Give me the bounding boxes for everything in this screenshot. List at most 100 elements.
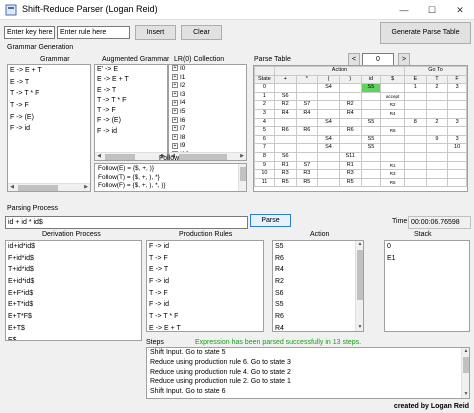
table-cell[interactable]: R1 <box>273 160 297 171</box>
table-cell[interactable] <box>338 134 362 145</box>
expand-icon[interactable]: + <box>172 116 178 123</box>
action-item[interactable]: S6 <box>273 288 363 300</box>
state-cell[interactable]: 5 <box>254 126 275 136</box>
table-cell[interactable]: S4 <box>317 134 340 145</box>
state-cell[interactable]: 7 <box>254 143 275 153</box>
table-cell[interactable] <box>380 117 406 128</box>
table-row[interactable]: 2 R2 S7 R2 R2 <box>254 100 467 110</box>
stack-list[interactable]: 0 E1 <box>384 240 470 332</box>
scroll-down-icon[interactable]: ▼ <box>356 324 363 331</box>
expand-icon[interactable]: + <box>172 142 178 149</box>
table-cell[interactable]: R5 <box>295 177 319 188</box>
state-cell[interactable]: 9 <box>254 160 275 171</box>
table-cell[interactable] <box>338 91 362 102</box>
table-cell[interactable] <box>295 117 319 128</box>
table-cell[interactable]: R3 <box>338 169 362 179</box>
table-cell[interactable]: R4 <box>295 108 319 119</box>
table-cell[interactable] <box>338 83 362 93</box>
production-item[interactable]: F -> id <box>147 241 263 253</box>
augmented-rule-item[interactable]: F -> id <box>95 127 167 137</box>
table-cell[interactable] <box>317 126 340 136</box>
table-cell[interactable] <box>295 91 319 102</box>
action-item[interactable]: S5 <box>273 299 363 311</box>
production-item[interactable]: T -> F <box>147 288 263 300</box>
table-cell[interactable] <box>360 169 382 179</box>
table-cell[interactable] <box>425 126 449 136</box>
minimize-icon[interactable]: — <box>390 0 418 20</box>
action-vscrollbar[interactable]: ▲ ▼ <box>355 241 363 331</box>
derivation-item[interactable]: F+id*id$ <box>6 253 141 265</box>
close-icon[interactable]: ✕ <box>446 0 474 20</box>
table-cell[interactable] <box>273 83 297 93</box>
derivation-item[interactable]: T+id*id$ <box>6 264 141 276</box>
table-cell[interactable]: R3 <box>295 169 319 179</box>
expand-icon[interactable]: + <box>172 99 178 106</box>
table-cell[interactable]: S5 <box>360 134 382 145</box>
table-cell[interactable]: S5 <box>360 117 382 128</box>
scroll-left-icon[interactable]: ◀ <box>95 153 103 160</box>
maximize-icon[interactable]: ☐ <box>418 0 446 20</box>
production-item[interactable]: T -> T * F <box>147 311 263 323</box>
lr0-state-item[interactable]: + I5 <box>169 108 246 117</box>
table-cell[interactable]: 2 <box>425 83 449 93</box>
table-cell[interactable] <box>317 100 340 110</box>
table-cell[interactable] <box>360 160 382 171</box>
table-cell[interactable] <box>317 169 340 179</box>
follow-item[interactable]: Follow(E) = {$, +, )} <box>95 165 246 174</box>
expand-icon[interactable]: + <box>172 91 178 98</box>
table-cell[interactable]: 3 <box>447 83 467 93</box>
clear-button[interactable]: Clear <box>181 25 222 40</box>
table-cell[interactable] <box>404 134 427 145</box>
table-cell[interactable] <box>404 100 427 110</box>
table-cell[interactable] <box>425 100 449 110</box>
step-item[interactable]: Shift Input. Go to state 5 <box>147 348 469 358</box>
production-rules-list[interactable]: F -> id T -> FE -> TF -> id T -> FF -> id T… <box>146 240 264 332</box>
table-cell[interactable] <box>317 91 340 102</box>
stack-item[interactable]: E1 <box>385 253 469 265</box>
state-cell[interactable]: 0 <box>254 83 275 93</box>
derivation-item[interactable]: E+T$ <box>6 323 141 335</box>
table-cell[interactable] <box>273 117 297 128</box>
table-cell[interactable] <box>447 177 467 188</box>
state-cell[interactable]: 2 <box>254 100 275 110</box>
table-row[interactable]: 6 S4 S5 9 3 <box>254 134 467 145</box>
follow-list[interactable]: Follow(E) = {$, +, )} Follow(T) = {$, +, … <box>94 163 247 192</box>
table-cell[interactable]: R4 <box>338 108 362 119</box>
table-cell[interactable]: R6 <box>273 126 297 136</box>
action-item[interactable]: S5 <box>273 241 363 253</box>
production-item[interactable]: T -> F <box>147 253 263 265</box>
expand-icon[interactable]: + <box>172 65 178 72</box>
production-item[interactable]: F -> id <box>147 299 263 311</box>
table-cell[interactable] <box>380 143 406 153</box>
table-cell[interactable]: S6 <box>273 91 297 102</box>
generate-parse-table-button[interactable]: Generate Parse Table <box>380 22 471 44</box>
steps-vscrollbar[interactable]: ▲ ▼ <box>461 348 469 398</box>
follow-vscrollbar[interactable] <box>238 164 246 191</box>
table-cell[interactable]: R4 <box>380 108 406 119</box>
table-cell[interactable] <box>380 83 406 93</box>
parse-table-grid[interactable]: Action Go To State + *() id $ E T F 0 S4 S5 1 2 3 1 S6… <box>253 65 468 192</box>
table-cell[interactable] <box>295 83 319 93</box>
derivation-item[interactable]: E$ <box>6 335 141 341</box>
table-cell[interactable]: S4 <box>317 117 340 128</box>
scroll-right-icon[interactable]: ▶ <box>82 184 90 191</box>
action-item[interactable]: R4 <box>273 264 363 276</box>
table-cell[interactable] <box>447 160 467 171</box>
table-cell[interactable] <box>404 108 427 119</box>
table-cell[interactable] <box>295 134 319 145</box>
derivation-item[interactable]: E+F*id$ <box>6 288 141 300</box>
state-cell[interactable]: 3 <box>254 108 275 119</box>
augmented-rule-item[interactable]: T -> F <box>95 106 167 116</box>
table-cell[interactable] <box>360 177 382 188</box>
rule-input[interactable]: Enter rule here <box>57 26 130 39</box>
lr0-state-item[interactable]: + I1 <box>169 74 246 83</box>
table-cell[interactable]: S11 <box>338 151 362 162</box>
step-item[interactable]: Reduce using production rule 4. Go to st… <box>147 368 469 378</box>
table-cell[interactable] <box>404 126 427 136</box>
table-row[interactable]: 9 R1 S7 R1 R1 <box>254 160 467 171</box>
table-cell[interactable] <box>360 126 382 136</box>
table-cell[interactable] <box>425 160 449 171</box>
table-cell[interactable] <box>380 151 406 162</box>
table-cell[interactable] <box>425 169 449 179</box>
table-cell[interactable] <box>404 151 427 162</box>
